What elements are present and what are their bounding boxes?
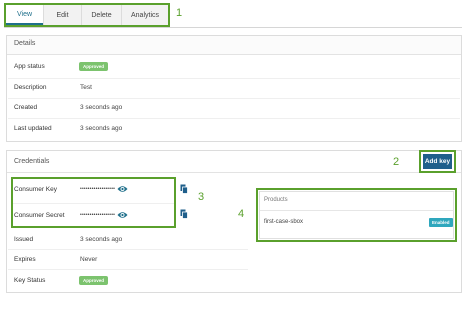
row-divider	[8, 118, 460, 119]
row-divider	[8, 98, 460, 99]
issued-value: 3 seconds ago	[80, 236, 123, 243]
products-title: Products	[264, 197, 288, 203]
app-status-badge: Approved	[79, 62, 109, 71]
tab-bar: View Edit Delete Analytics	[4, 3, 170, 27]
tab-underline	[4, 27, 462, 28]
details-title: Details	[14, 40, 36, 47]
copy-icon[interactable]	[180, 209, 188, 219]
row-divider	[8, 78, 460, 79]
key-status-label: Key Status	[14, 277, 46, 284]
created-value: 3 seconds ago	[80, 104, 123, 111]
eye-icon[interactable]	[117, 185, 128, 193]
last-updated-value: 3 seconds ago	[80, 125, 123, 132]
details-header	[7, 36, 461, 55]
key-status-badge: Approved	[79, 276, 109, 285]
tab-analytics[interactable]: Analytics	[121, 5, 168, 25]
add-key-label: Add key	[424, 158, 451, 165]
add-key-button[interactable]: Add key	[423, 154, 452, 169]
row-divider	[13, 203, 174, 204]
callout-4: 4	[238, 208, 245, 220]
tab-edit[interactable]: Edit	[43, 5, 81, 25]
tab-label: Edit	[56, 11, 69, 19]
row-divider	[8, 269, 248, 270]
expires-value: Never	[80, 256, 98, 263]
tab-label: Analytics	[130, 11, 159, 19]
consumer-key-label: Consumer Key	[14, 186, 57, 193]
product-status-badge: Enabled	[429, 218, 453, 227]
products-header-line	[260, 210, 453, 211]
details-panel	[6, 35, 462, 142]
consumer-key-value: ••••••••••••••••••	[80, 186, 116, 192]
products-panel	[259, 191, 454, 239]
consumer-secret-label: Consumer Secret	[14, 212, 65, 219]
tab-view[interactable]: View	[6, 5, 43, 25]
callout-3: 3	[198, 191, 205, 203]
consumer-secret-value: ••••••••••••••••••	[80, 212, 116, 218]
description-label: Description	[14, 84, 47, 91]
tab-label: View	[16, 10, 33, 18]
product-name: first-case-sbox	[264, 219, 304, 225]
credentials-header-line	[7, 172, 461, 173]
app-status-label: App status	[14, 63, 45, 70]
expires-label: Expires	[14, 256, 36, 263]
callout-2: 2	[393, 156, 400, 168]
row-divider	[8, 249, 248, 250]
copy-icon[interactable]	[180, 184, 188, 194]
credentials-title: Credentials	[14, 158, 50, 165]
eye-icon[interactable]	[117, 211, 128, 219]
last-updated-label: Last updated	[14, 125, 52, 132]
created-label: Created	[14, 104, 38, 111]
issued-label: Issued	[14, 236, 34, 243]
tab-label: Delete	[91, 11, 112, 19]
tab-delete[interactable]: Delete	[81, 5, 121, 25]
description-value: Test	[80, 84, 92, 91]
callout-1: 1	[176, 7, 183, 19]
